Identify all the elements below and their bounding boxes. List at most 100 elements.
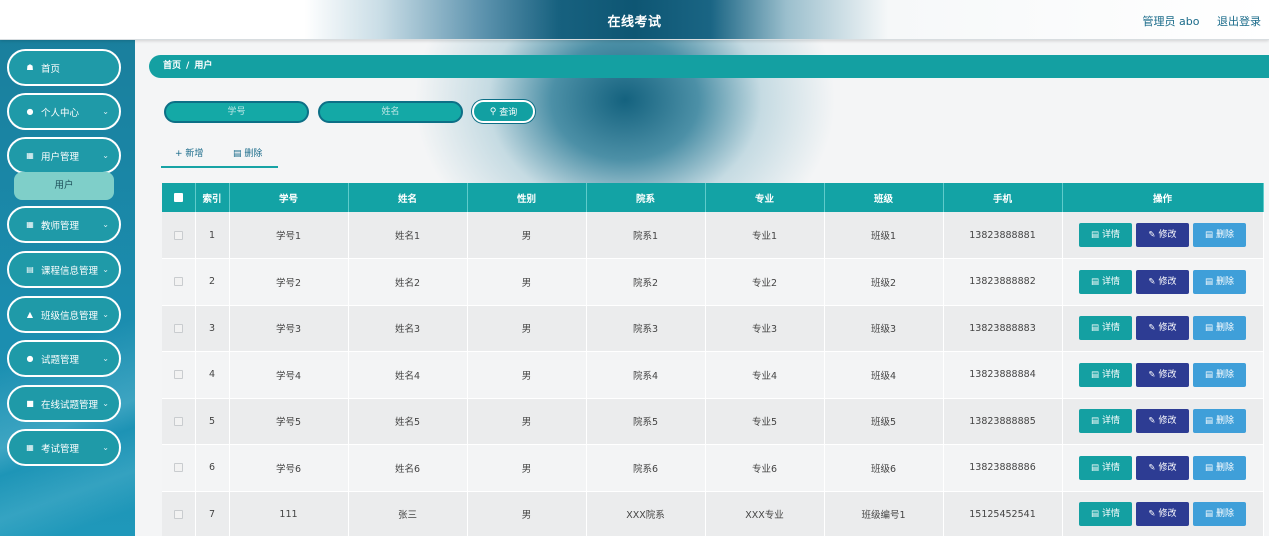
sidebar-item-teacher-management[interactable]: ▦ 教师管理 ⌄ bbox=[7, 206, 121, 243]
chevron-down-icon: ⌄ bbox=[102, 265, 109, 274]
delete-button[interactable]: ▤ 删除 bbox=[1193, 409, 1246, 434]
detail-button[interactable]: ▤ 详情 bbox=[1079, 223, 1132, 247]
breadcrumb: 首页 / 用户 bbox=[149, 55, 1269, 78]
row-select-cell[interactable] bbox=[162, 398, 196, 445]
chevron-down-icon: ⌄ bbox=[102, 151, 109, 160]
cell-major: XXX专业 bbox=[705, 491, 825, 536]
breadcrumb-separator: / bbox=[186, 61, 190, 71]
cell-name: 张三 bbox=[348, 491, 468, 536]
name-search-input[interactable] bbox=[318, 101, 463, 123]
cell-major: 专业1 bbox=[705, 212, 825, 259]
sidebar-item-label: 个人中心 bbox=[41, 107, 80, 119]
sidebar-item-question-management[interactable]: ● 试题管理 ⌄ bbox=[7, 340, 121, 377]
add-button[interactable]: + 新增 bbox=[175, 146, 203, 159]
document-icon: ▤ bbox=[1090, 276, 1099, 287]
cell-name: 姓名4 bbox=[348, 351, 468, 399]
edit-button[interactable]: ✎ 修改 bbox=[1136, 316, 1189, 341]
row-checkbox[interactable] bbox=[173, 416, 183, 426]
actions-cell: ▤ 详情 ✎ 修改 ▤ 删除 bbox=[1062, 305, 1264, 352]
table-row: 7 111 张三男 XXX院系 XXX专业 班级编号1 15125452541 ▤ 详情 ✎ 修改 ▤… bbox=[162, 491, 1264, 536]
delete-button[interactable]: ▤ 删除 bbox=[1193, 502, 1246, 527]
detail-label: 详情 bbox=[1102, 462, 1121, 473]
breadcrumb-home[interactable]: 首页 bbox=[163, 61, 181, 71]
detail-button[interactable]: ▤ 详情 bbox=[1079, 502, 1132, 527]
edit-button[interactable]: ✎ 修改 bbox=[1136, 502, 1189, 527]
trash-icon: ▤ bbox=[1204, 369, 1213, 380]
row-checkbox[interactable] bbox=[173, 230, 183, 240]
delete-button[interactable]: ▤ 删除 bbox=[1193, 223, 1246, 247]
cell-index: 7 bbox=[195, 491, 230, 536]
row-select-cell[interactable] bbox=[162, 444, 196, 492]
sidebar-item-personal-center[interactable]: ● 个人中心 ⌄ bbox=[7, 93, 121, 130]
cell-phone: 13823888881 bbox=[943, 212, 1063, 259]
student-id-search-input[interactable] bbox=[164, 101, 309, 123]
delete-button[interactable]: ▤ 删除 bbox=[1193, 269, 1246, 294]
row-select-cell[interactable] bbox=[162, 351, 196, 399]
row-select-cell[interactable] bbox=[162, 491, 196, 536]
delete-button[interactable]: ▤ 删除 bbox=[1193, 362, 1246, 387]
cell-class: 班级4 bbox=[824, 351, 944, 399]
sidebar-item-class-management[interactable]: ▲ 班级信息管理 ⌄ bbox=[7, 296, 121, 333]
sidebar-item-exam-management[interactable]: ▦ 考试管理 ⌄ bbox=[7, 429, 121, 466]
cell-major: 专业5 bbox=[705, 398, 825, 445]
actions-cell: ▤ 详情 ✎ 修改 ▤ 删除 bbox=[1062, 398, 1264, 445]
sidebar-item-label: 考试管理 bbox=[41, 443, 80, 455]
pencil-icon: ✎ bbox=[1148, 509, 1156, 520]
actions-cell: ▤ 详情 ✎ 修改 ▤ 删除 bbox=[1062, 491, 1264, 536]
column-header: 院系 bbox=[586, 183, 706, 212]
edit-label: 修改 bbox=[1158, 276, 1177, 287]
cell-gender: 男 bbox=[467, 491, 587, 536]
select-all-cell[interactable] bbox=[162, 183, 196, 212]
row-select-cell[interactable] bbox=[162, 258, 196, 306]
logout-link[interactable]: 退出登录 bbox=[1217, 15, 1261, 28]
cell-phone: 13823888885 bbox=[943, 398, 1063, 445]
edit-button[interactable]: ✎ 修改 bbox=[1136, 362, 1189, 387]
edit-button[interactable]: ✎ 修改 bbox=[1136, 223, 1189, 247]
table-row: 5 学号5 姓名5 男院系5 专业5 班级5 13823888885 ▤ 详情 ✎ 修改 ▤ 删除 bbox=[162, 398, 1264, 445]
row-select-cell[interactable] bbox=[162, 305, 196, 352]
edit-label: 修改 bbox=[1158, 230, 1177, 240]
trash-icon: ▤ bbox=[1204, 323, 1213, 334]
detail-button[interactable]: ▤ 详情 bbox=[1079, 409, 1132, 434]
row-checkbox[interactable] bbox=[173, 323, 183, 333]
row-checkbox[interactable] bbox=[173, 463, 183, 473]
sidebar-item-user-management[interactable]: ▦ 用户管理 ⌄ bbox=[7, 137, 121, 174]
delete-button[interactable]: ▤ 删除 bbox=[1193, 455, 1246, 480]
batch-delete-button[interactable]: ▤ 删除 bbox=[233, 146, 262, 159]
search-button[interactable]: ⚲ 查询 bbox=[472, 100, 535, 123]
document-icon: ▤ bbox=[1090, 416, 1099, 427]
sidebar-item-online-question-management[interactable]: ■ 在线试题管理 ⌄ bbox=[7, 385, 121, 422]
cell-class: 班级6 bbox=[824, 444, 944, 492]
document-icon: ▤ bbox=[1090, 509, 1099, 520]
sidebar-subitem-users[interactable]: 用户 bbox=[14, 172, 114, 200]
edit-button[interactable]: ✎ 修改 bbox=[1136, 269, 1189, 294]
sidebar-item-course-management[interactable]: ▤ 课程信息管理 ⌄ bbox=[7, 251, 121, 288]
pencil-icon: ✎ bbox=[1148, 462, 1156, 473]
row-checkbox[interactable] bbox=[173, 509, 183, 519]
edit-label: 修改 bbox=[1158, 462, 1177, 473]
cell-department: 院系2 bbox=[586, 258, 706, 306]
delete-button[interactable]: ▤ 删除 bbox=[1193, 316, 1246, 341]
sidebar-item-home[interactable]: ☗ 首页 bbox=[7, 49, 121, 86]
row-checkbox[interactable] bbox=[173, 277, 183, 287]
cell-gender: 男 bbox=[467, 351, 587, 399]
document-icon: ▤ bbox=[1090, 230, 1099, 240]
detail-button[interactable]: ▤ 详情 bbox=[1079, 455, 1132, 480]
cell-phone: 13823888883 bbox=[943, 305, 1063, 352]
cell-index: 1 bbox=[195, 212, 230, 259]
edit-button[interactable]: ✎ 修改 bbox=[1136, 409, 1189, 434]
chevron-down-icon: ⌄ bbox=[102, 354, 109, 363]
sidebar-item-label: 课程信息管理 bbox=[41, 265, 99, 277]
grid-icon: ▦ bbox=[26, 151, 34, 160]
edit-button[interactable]: ✎ 修改 bbox=[1136, 455, 1189, 480]
select-all-checkbox[interactable] bbox=[173, 193, 183, 202]
cell-class: 班级2 bbox=[824, 258, 944, 306]
detail-button[interactable]: ▤ 详情 bbox=[1079, 362, 1132, 387]
table-header-row: 索引 学号 姓名 性别 院系 专业 班级 手机 操作 bbox=[162, 183, 1264, 212]
row-checkbox[interactable] bbox=[173, 370, 183, 380]
plus-icon: + bbox=[175, 149, 183, 159]
cell-index: 2 bbox=[195, 258, 230, 306]
detail-button[interactable]: ▤ 详情 bbox=[1079, 269, 1132, 294]
detail-button[interactable]: ▤ 详情 bbox=[1079, 316, 1132, 341]
row-select-cell[interactable] bbox=[162, 212, 196, 259]
